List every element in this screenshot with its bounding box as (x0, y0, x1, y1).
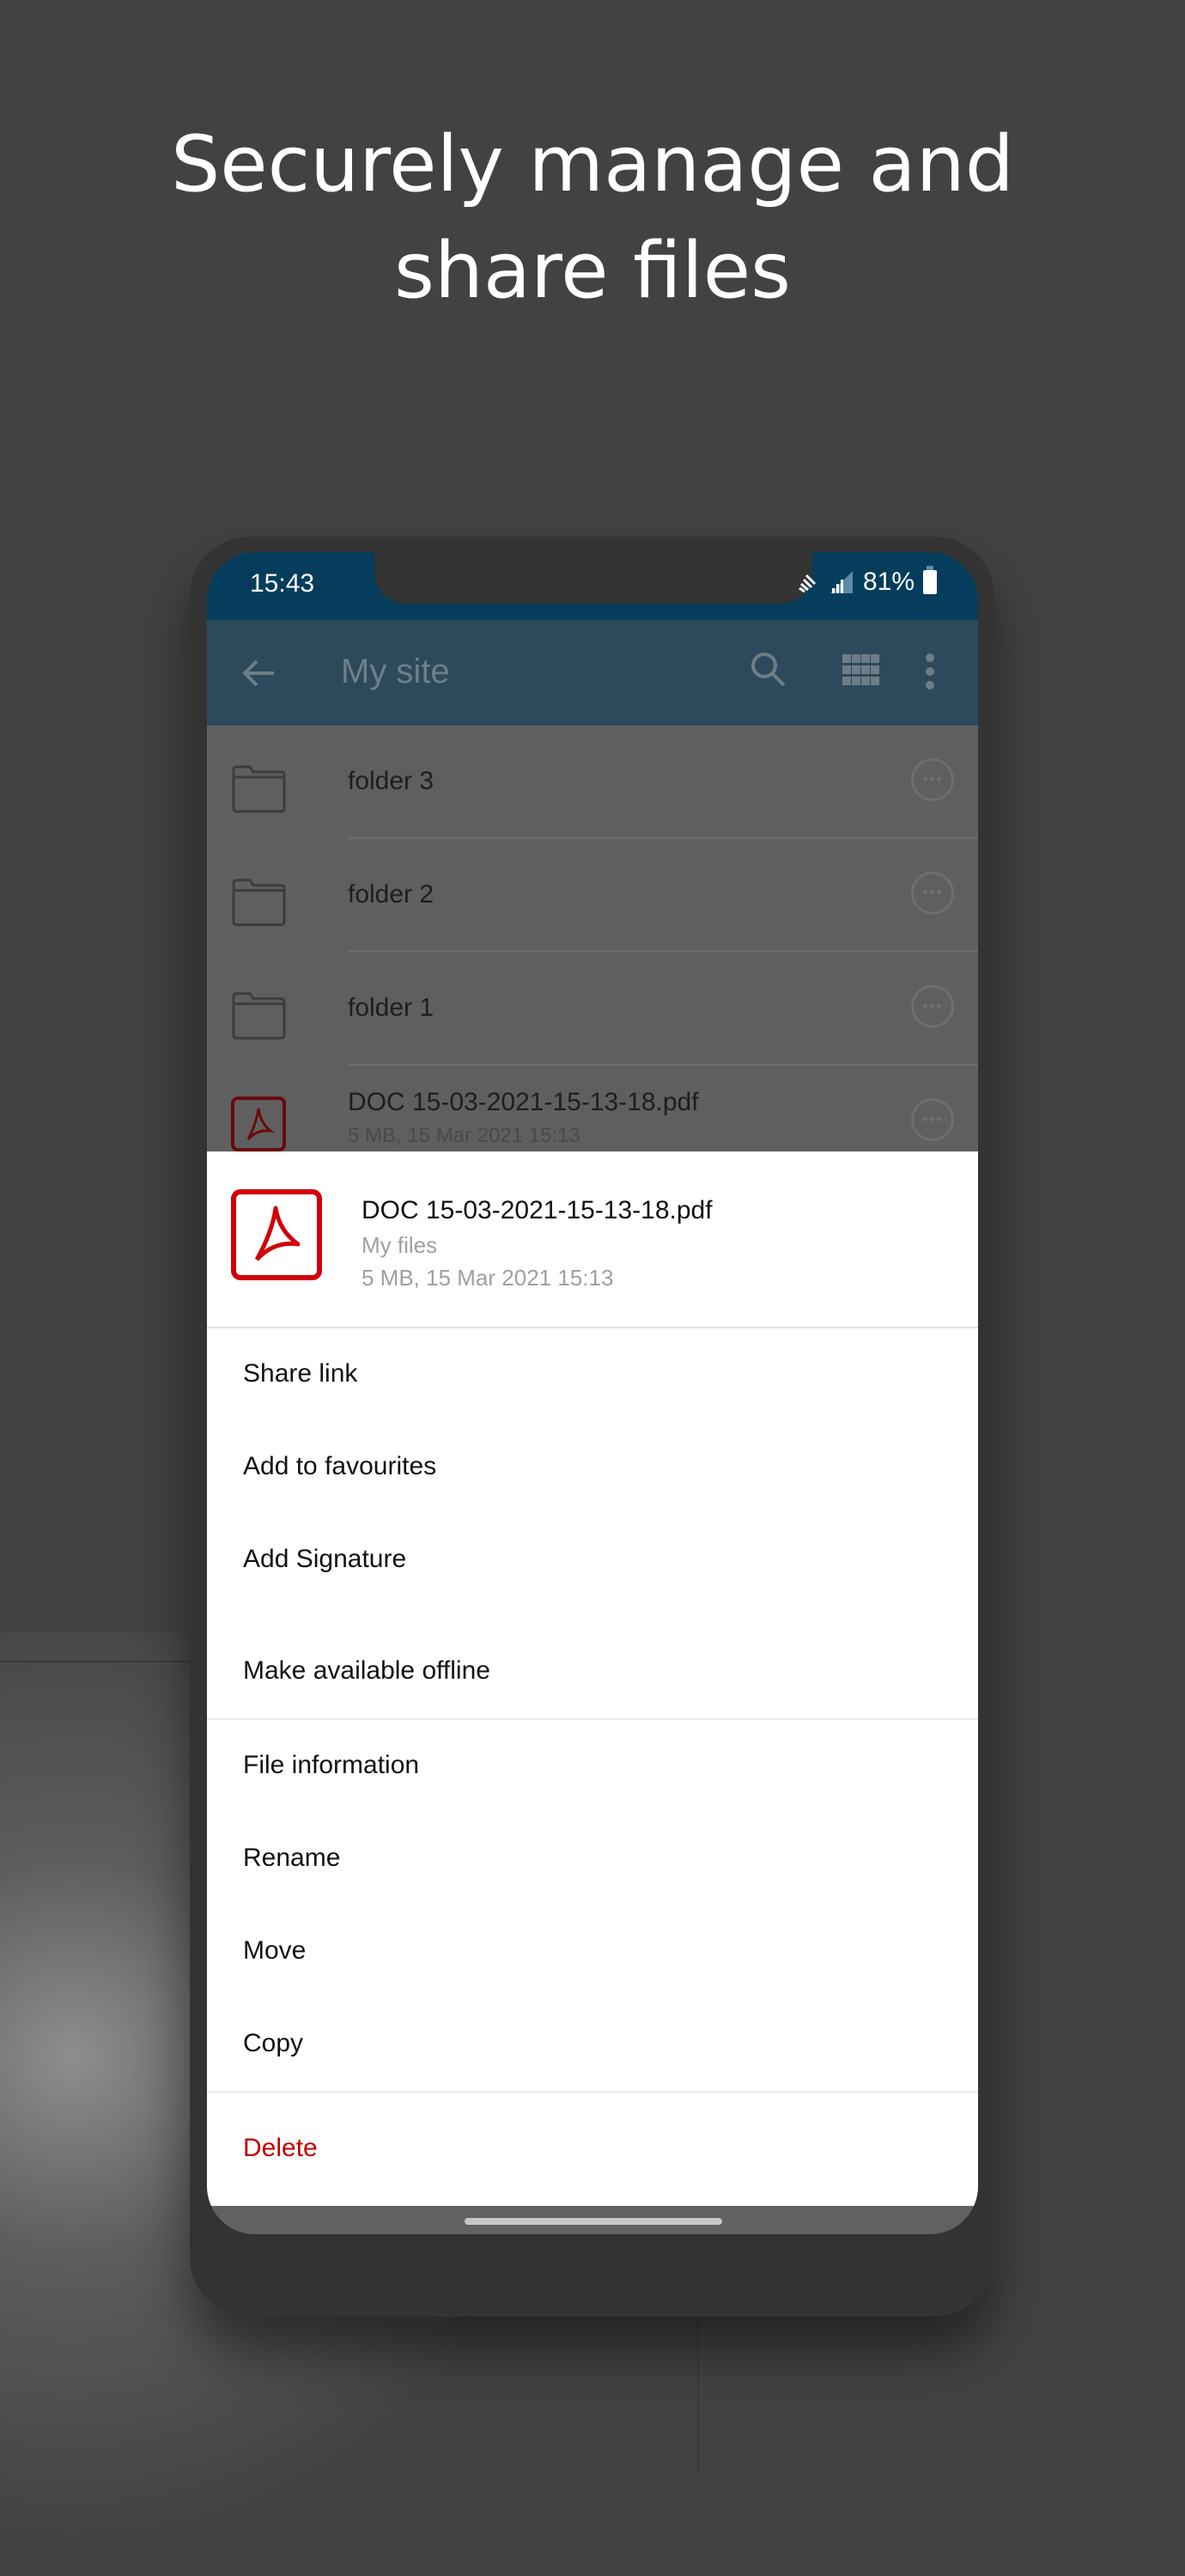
menu-item-label: Delete (243, 2134, 318, 2162)
item-meta: 5 MB, 15 Mar 2021 15:13 (348, 1124, 580, 1147)
item-name: DOC 15-03-2021-15-13-18.pdf (348, 1088, 699, 1116)
status-icons: 81% (798, 566, 937, 597)
app-bar: My site (207, 620, 978, 726)
back-arrow-icon[interactable] (240, 654, 277, 692)
menu-item-label: Copy (243, 2029, 304, 2057)
folder-icon (232, 992, 286, 1040)
ellipsis-icon: ••• (921, 996, 943, 1016)
menu-item-file-information[interactable]: File information (207, 1720, 978, 1813)
ellipsis-icon: ••• (921, 883, 943, 902)
sheet-file-header: DOC 15-03-2021-15-13-18.pdf My files 5 M… (207, 1151, 978, 1328)
menu-group-primary: Share link Add to favourites Add Signatu… (207, 1328, 978, 1720)
menu-group-secondary: File information Rename Move Copy (207, 1720, 978, 2093)
menu-item-rename[interactable]: Rename (207, 1813, 978, 1905)
grid-view-icon[interactable] (842, 654, 880, 685)
page-title: My site (341, 653, 450, 690)
menu-item-label: Add Signature (243, 1545, 407, 1573)
ellipsis-icon: ••• (921, 769, 943, 789)
menu-item-label: Add to favourites (243, 1452, 437, 1480)
more-options-button[interactable]: ••• (911, 758, 954, 801)
folder-icon (232, 765, 286, 813)
home-indicator[interactable] (465, 2218, 722, 2225)
sheet-file-name: DOC 15-03-2021-15-13-18.pdf (362, 1196, 713, 1224)
more-options-button[interactable]: ••• (911, 872, 954, 914)
sheet-file-meta: 5 MB, 15 Mar 2021 15:13 (362, 1265, 614, 1291)
headline: Securely manage and share files (0, 112, 1185, 325)
folder-icon (232, 878, 286, 927)
more-options-button[interactable]: ••• (911, 1098, 954, 1141)
phone-frame: 15:43 81% My site folder 3 ••• folder 2 … (190, 537, 994, 2317)
item-name: folder 2 (348, 880, 434, 908)
menu-item-label: Make available offline (243, 1656, 490, 1685)
file-list: folder 3 ••• folder 2 ••• folder 1 ••• D… (207, 726, 978, 1179)
pdf-file-icon (231, 1097, 286, 1151)
phone-screen: 15:43 81% My site folder 3 ••• folder 2 … (207, 552, 978, 2234)
menu-item-delete[interactable]: Delete (207, 2093, 978, 2204)
bottom-sheet: DOC 15-03-2021-15-13-18.pdf My files 5 M… (207, 1151, 978, 2206)
menu-item-add-to-favourites[interactable]: Add to favourites (207, 1421, 978, 1514)
headline-line-2: share files (393, 226, 792, 316)
more-options-button[interactable]: ••• (911, 985, 954, 1028)
menu-item-make-available-offline[interactable]: Make available offline (207, 1607, 978, 1718)
navigation-bar (207, 2206, 978, 2234)
more-vertical-icon[interactable] (925, 653, 935, 690)
sheet-file-location: My files (362, 1232, 438, 1258)
wifi-icon (799, 574, 817, 593)
background-line (697, 2310, 699, 2473)
menu-item-label: Rename (243, 1844, 341, 1872)
menu-item-label: File information (243, 1751, 420, 1779)
menu-item-label: Move (243, 1936, 307, 1965)
battery-icon (923, 566, 937, 594)
menu-item-share-link[interactable]: Share link (207, 1328, 978, 1421)
search-icon[interactable] (748, 649, 789, 690)
signal-icon (830, 571, 853, 593)
menu-item-label: Share link (243, 1359, 358, 1388)
menu-item-copy[interactable]: Copy (207, 1998, 978, 2091)
menu-item-move[interactable]: Move (207, 1905, 978, 1998)
status-bar: 15:43 81% (207, 552, 978, 620)
list-item[interactable]: folder 1 ••• (207, 952, 978, 1066)
item-name: folder 3 (348, 767, 434, 795)
pdf-file-icon (231, 1189, 322, 1280)
list-item[interactable]: folder 3 ••• (207, 726, 978, 839)
battery-percent: 81% (862, 568, 915, 596)
headline-line-1: Securely manage and (171, 119, 1014, 210)
menu-item-add-signature[interactable]: Add Signature (207, 1514, 978, 1607)
list-item[interactable]: folder 2 ••• (207, 839, 978, 952)
ellipsis-icon: ••• (921, 1109, 943, 1129)
item-name: folder 1 (348, 993, 434, 1022)
status-time: 15:43 (250, 569, 315, 598)
camera-notch (374, 552, 812, 604)
